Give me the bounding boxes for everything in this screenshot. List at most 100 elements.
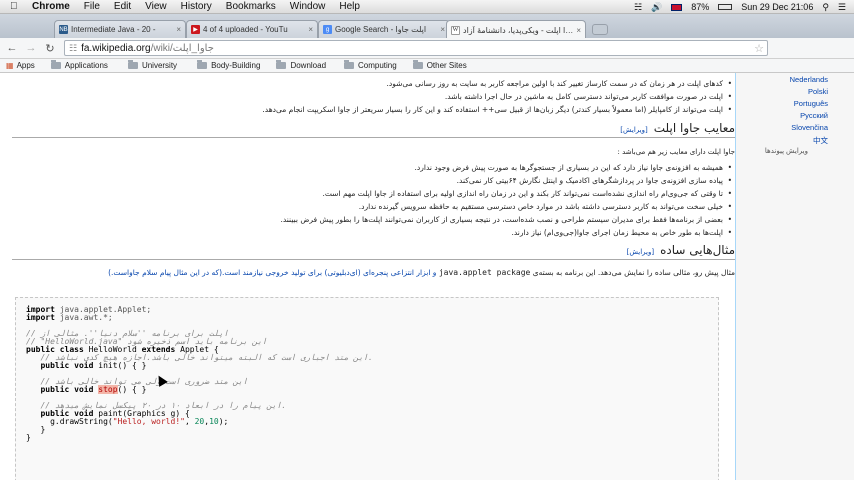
edit-section-link[interactable]: [ویرایش] [627,248,654,256]
menu-bookmarks[interactable]: Bookmarks [226,1,276,12]
page-info-icon[interactable]: ☷ [69,43,77,54]
article-body: کدهای اپلت در هر زمان که در سمت کارساز ت… [12,73,736,480]
bookmark-star-icon[interactable]: ☆ [754,42,764,55]
browser-toolbar: ← → ↻ ☷ fa.wikipedia.org /wiki/جاوا_اپلت… [0,38,854,92]
folder-icon [50,60,61,69]
bookmark-folder-computing[interactable]: Computing [344,60,397,70]
mac-menubar:  Chrome File Edit View History Bookmark… [0,0,854,14]
close-icon[interactable]: × [176,25,181,34]
list-item: خیلی سخت می‌تواند به کاربر دسترسی داشته … [20,200,732,213]
bookmark-folder-other-sites[interactable]: Other Sites [412,60,467,70]
folder-icon [197,60,208,69]
tab-label: Google Search - اپلت جاوا [335,25,427,34]
language-sidebar: Nederlands Polski Português Русский Slov… [736,73,854,480]
lang-link-sk[interactable]: Slovenčina [791,123,828,132]
lang-link-zh[interactable]: 中文 [813,135,828,146]
advantages-list: کدهای اپلت در هر زمان که در سمت کارساز ت… [20,77,735,116]
paragraph-text-a: مثال پیش رو، مثالی ساده را نمایش می‌دهد.… [532,268,735,277]
tab-label: 4 of 4 uploaded - YouTu [203,25,288,34]
inline-code: java.applet package [438,268,531,277]
list-item: بعضی از برنامه‌ها فقط برای مدیران سیستم … [20,213,732,226]
close-icon[interactable]: × [440,25,445,34]
lang-link-nl[interactable]: Nederlands [790,75,828,84]
tab-wikipedia-java-applet[interactable]: W جاوا اپلت - ویکی‌پدیا، دانشنامهٔ آزاد … [446,20,586,39]
bookmark-folder-applications[interactable]: Applications [50,60,108,70]
lang-link-pt[interactable]: Português [794,99,828,108]
folder-icon [412,60,423,69]
new-tab-button[interactable] [592,24,608,35]
menu-help[interactable]: Help [339,1,360,12]
wikipedia-favicon-icon: W [451,25,460,35]
bookmark-folder-download[interactable]: Download [276,60,327,70]
lang-link-ru[interactable]: Русский [800,111,828,120]
flag-icon[interactable] [671,3,683,11]
menu-view[interactable]: View [145,1,167,12]
notification-list-icon[interactable]: ☰ [838,2,846,13]
youtube-favicon-icon: ▶ [191,25,200,34]
google-favicon-icon: g [323,25,332,34]
close-icon[interactable]: × [576,26,581,35]
bookmark-apps[interactable]: ▦ Apps [6,61,35,70]
address-bar[interactable]: ☷ fa.wikipedia.org /wiki/جاوا_اپلت ☆ [64,40,768,56]
code-punct: ); [218,417,229,426]
disadvantages-list: همیشه به افزونه‌ی جاوا نیاز دارد که این … [20,161,735,239]
tab-youtube[interactable]: ▶ 4 of 4 uploaded - YouTu × [186,20,318,38]
paragraph-text-b: و ابزار انتزاعی پنجره‌ای (ای‌دبلیوتی) بر… [108,268,437,277]
list-item: کدهای اپلت در هر زمان که در سمت کارساز ت… [20,77,732,90]
bookmark-folder-university[interactable]: University [127,60,178,70]
menu-edit[interactable]: Edit [114,1,131,12]
code-line: g.drawString("Hello, world!", 20,10); [26,418,708,426]
code-line: } [26,426,708,434]
code-package: java.awt.*; [54,313,113,322]
edit-section-link[interactable]: [ویرایش] [620,126,647,134]
code-block: import java.applet.Applet; import java.aw… [15,297,719,480]
code-keyword: public void [26,385,94,394]
menu-file[interactable]: File [84,1,100,12]
menu-history[interactable]: History [181,1,212,12]
code-line: import java.awt.*; [26,314,708,322]
code-keyword: public void [26,361,94,370]
tab-label: Intermediate Java - 20 - [71,25,156,34]
code-identifier: () { } [117,385,147,394]
folder-icon [344,60,355,69]
netbeans-favicon-icon: NB [59,25,68,34]
tab-label: جاوا اپلت - ویکی‌پدیا، دانشنامهٔ آزاد [463,25,574,35]
code-line: } [26,434,708,442]
section-heading-disadvantages: معایب جاوا اپلت [ویرایش] [12,121,735,138]
bookmark-label: Apps [16,61,35,70]
menu-app-name[interactable]: Chrome [32,1,70,12]
tab-google-search[interactable]: g Google Search - اپلت جاوا × [318,20,450,38]
reload-icon[interactable]: ↻ [43,42,57,55]
list-item: همیشه به افزونه‌ی جاوا نیاز دارد که این … [20,161,732,174]
apps-grid-icon: ▦ [6,61,14,70]
spotlight-icon[interactable]: ⚲ [822,2,829,13]
examples-paragraph: مثال پیش رو، مثالی ساده را نمایش می‌دهد.… [20,266,735,280]
code-string: "Hello, world!" [112,417,185,426]
menu-window[interactable]: Window [290,1,326,12]
back-arrow-icon[interactable]: ← [5,42,19,54]
battery-percent[interactable]: 87% [691,2,709,12]
bookmark-folder-body-building[interactable]: Body-Building [197,60,260,70]
lang-link-pl[interactable]: Polski [808,87,828,96]
code-identifier: init() { } [93,361,147,370]
bookmarks-bar: ▦ Apps Applications University Body-Buil… [0,59,854,73]
forward-arrow-icon[interactable]: → [24,42,38,54]
apple-menu-icon[interactable]:  [10,1,24,12]
bookmark-label: University [141,61,178,70]
tab-intermediate-java[interactable]: NB Intermediate Java - 20 - × [54,20,186,38]
clock[interactable]: Sun 29 Dec 21:06 [741,2,813,12]
bookmark-label: Applications [64,61,108,70]
url-host: fa.wikipedia.org [81,42,151,54]
code-number: 20 [194,417,205,426]
tab-strip: NB Intermediate Java - 20 - × ▶ 4 of 4 u… [0,14,854,39]
edit-links-link[interactable]: ویرایش پیوندها [765,147,808,155]
list-item: اپلت می‌تواند از کامپایلر (اما معمولاً ب… [20,103,732,116]
wifi-icon[interactable]: ☵ [634,2,642,13]
bookmark-label: Download [290,61,327,70]
folder-icon [276,60,287,69]
page-content: کدهای اپلت در هر زمان که در سمت کارساز ت… [0,73,854,480]
bookmark-label: Other Sites [426,61,467,70]
volume-icon[interactable]: 🔊 [651,2,662,13]
close-icon[interactable]: × [308,25,313,34]
code-punct: , [184,417,195,426]
